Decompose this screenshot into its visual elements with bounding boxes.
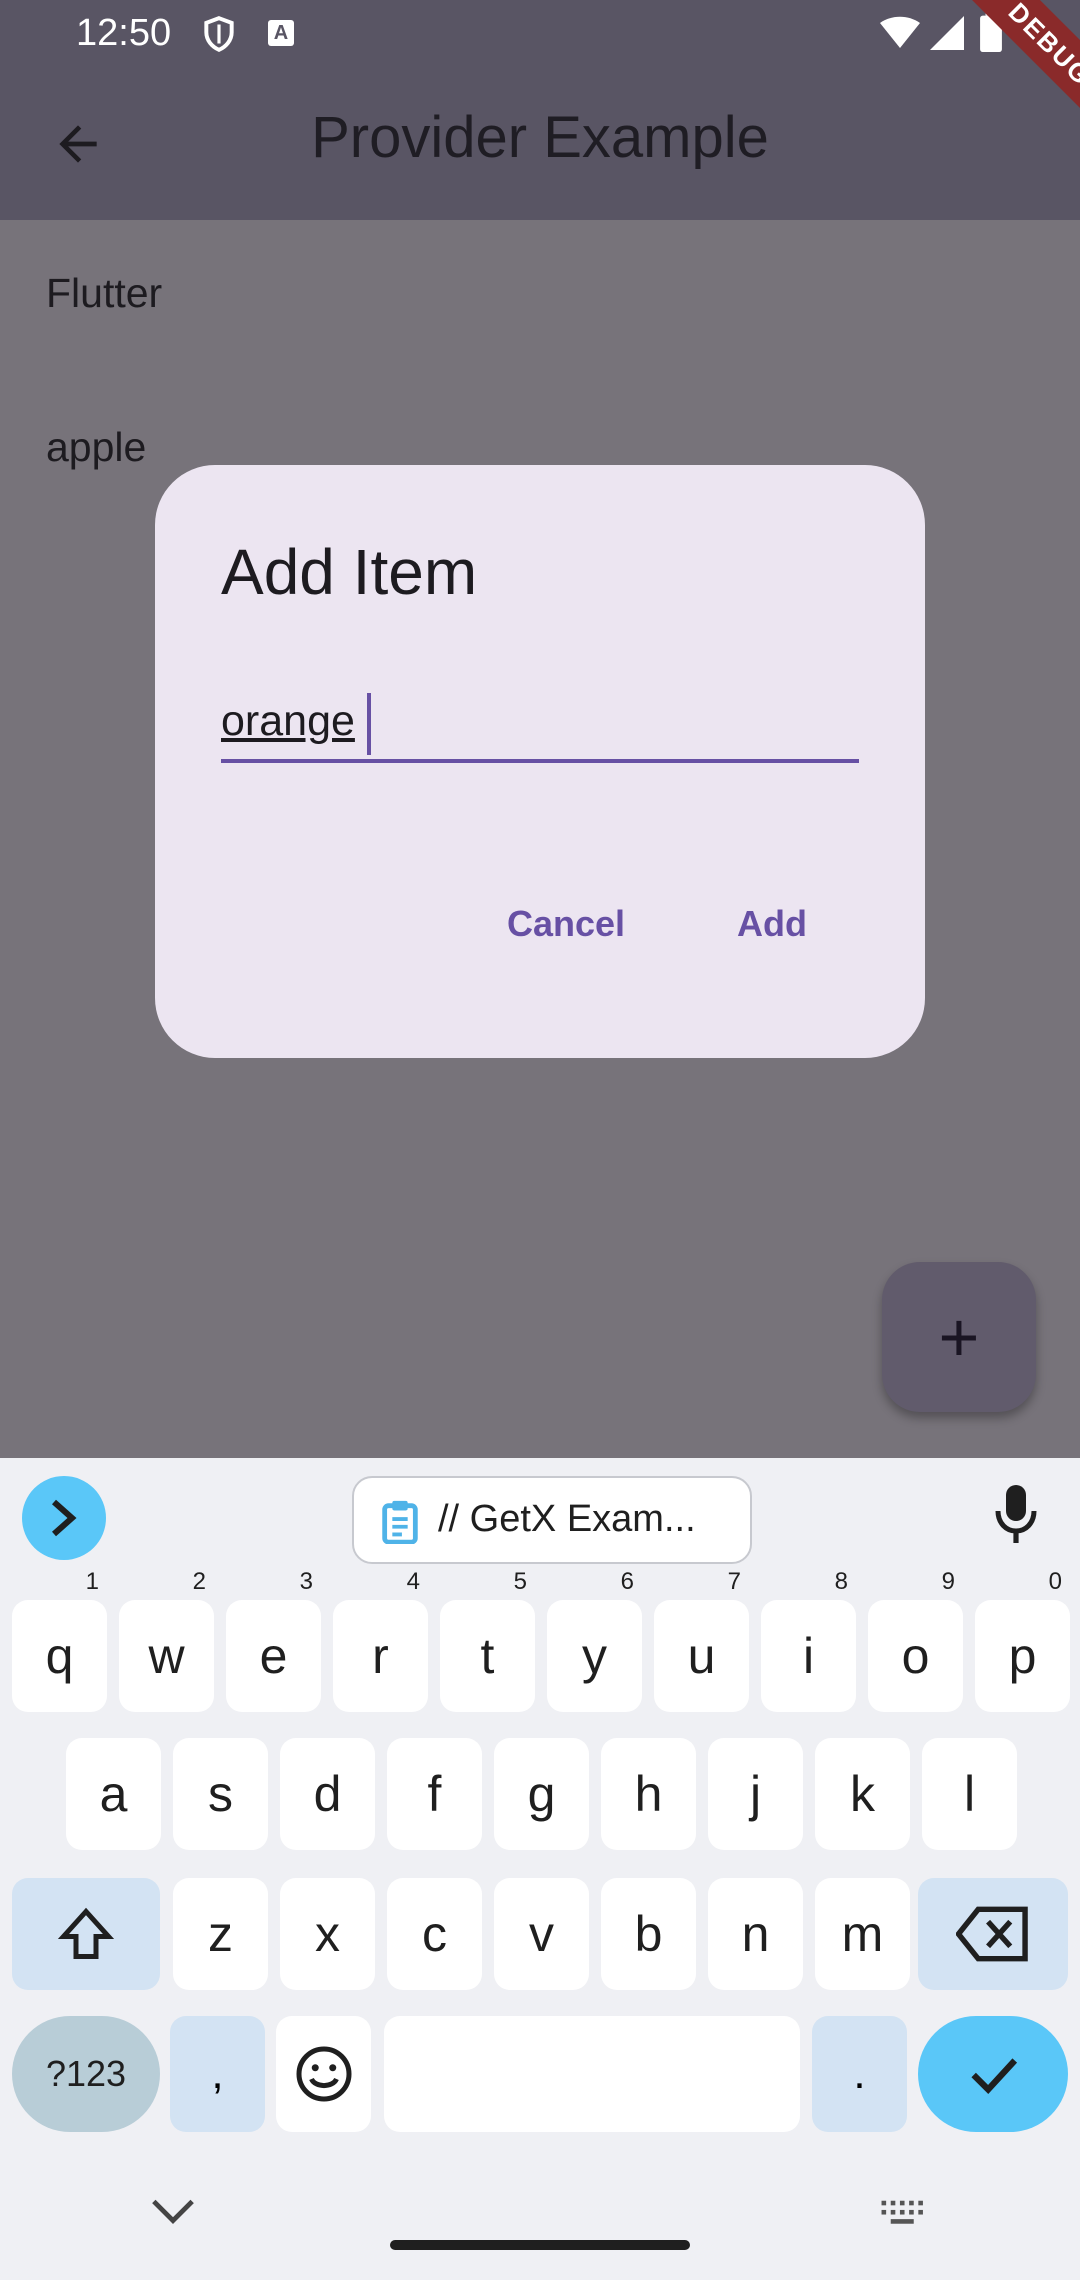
shield-icon <box>204 16 234 52</box>
key-d[interactable]: d <box>280 1738 375 1850</box>
soft-keyboard: // GetX Exam... q1 w2 e3 r4 t5 y6 u7 i8 … <box>0 1458 1080 2280</box>
key-x[interactable]: x <box>280 1878 375 1990</box>
key-m[interactable]: m <box>815 1878 910 1990</box>
chevron-right-icon <box>52 1499 77 1537</box>
status-bar: 12:50 A <box>0 0 1080 70</box>
plus-icon: + <box>938 1298 980 1376</box>
status-time: 12:50 <box>76 12 172 54</box>
key-p[interactable]: p0 <box>975 1568 1070 1712</box>
comma-key[interactable]: , <box>170 2016 265 2132</box>
numbers-symbols-key[interactable]: ?123 <box>12 2016 160 2132</box>
backspace-key[interactable] <box>918 1878 1068 1990</box>
signal-icon <box>930 16 964 50</box>
shift-arrow-icon <box>57 1907 115 1959</box>
keyboard-expand-button[interactable] <box>22 1476 106 1560</box>
key-f[interactable]: f <box>387 1738 482 1850</box>
page-title: Provider Example <box>311 105 769 170</box>
enter-key[interactable] <box>918 2016 1068 2132</box>
space-key[interactable] <box>384 2016 800 2132</box>
backspace-icon <box>956 1906 1028 1962</box>
key-v[interactable]: v <box>494 1878 589 1990</box>
shift-key[interactable] <box>12 1878 160 1990</box>
period-key[interactable]: . <box>812 2016 907 2132</box>
clipboard-suggestion-text: // GetX Exam... <box>438 1498 696 1540</box>
emoji-icon <box>296 2046 352 2102</box>
key-q[interactable]: q1 <box>12 1568 107 1712</box>
clipboard-suggestion-chip[interactable]: // GetX Exam... <box>352 1476 752 1564</box>
cancel-button[interactable]: Cancel <box>507 903 625 945</box>
key-e[interactable]: e3 <box>226 1568 321 1712</box>
key-z[interactable]: z <box>173 1878 268 1990</box>
wifi-icon <box>880 16 920 48</box>
microphone-icon[interactable] <box>992 1482 1040 1548</box>
add-item-dialog: Add Item orange Cancel Add <box>155 465 925 1058</box>
key-j[interactable]: j <box>708 1738 803 1850</box>
checkmark-icon <box>971 2058 1018 2095</box>
key-h[interactable]: h <box>601 1738 696 1850</box>
key-k[interactable]: k <box>815 1738 910 1850</box>
add-button[interactable]: Add <box>737 903 807 945</box>
item-name-input-value[interactable]: orange <box>221 697 355 746</box>
key-r[interactable]: r4 <box>333 1568 428 1712</box>
key-y[interactable]: y6 <box>547 1568 642 1712</box>
key-w[interactable]: w2 <box>119 1568 214 1712</box>
item-name-input[interactable]: orange <box>221 685 859 763</box>
key-g[interactable]: g <box>494 1738 589 1850</box>
text-badge-icon: A <box>268 20 294 46</box>
list-item[interactable]: apple <box>46 424 146 471</box>
key-s[interactable]: s <box>173 1738 268 1850</box>
key-u[interactable]: u7 <box>654 1568 749 1712</box>
list-item[interactable]: Flutter <box>46 270 162 317</box>
dialog-title: Add Item <box>221 536 478 608</box>
key-t[interactable]: t5 <box>440 1568 535 1712</box>
emoji-key[interactable] <box>276 2016 371 2132</box>
clipboard-icon <box>382 1500 418 1544</box>
key-o[interactable]: o9 <box>868 1568 963 1712</box>
key-n[interactable]: n <box>708 1878 803 1990</box>
keyboard-switch-icon[interactable] <box>880 2198 926 2228</box>
home-gesture-bar[interactable] <box>390 2240 690 2250</box>
key-b[interactable]: b <box>601 1878 696 1990</box>
key-a[interactable]: a <box>66 1738 161 1850</box>
text-cursor <box>367 693 371 755</box>
key-c[interactable]: c <box>387 1878 482 1990</box>
key-l[interactable]: l <box>922 1738 1017 1850</box>
chevron-down-icon[interactable] <box>150 2196 196 2226</box>
add-fab-button[interactable]: + <box>882 1262 1036 1412</box>
key-i[interactable]: i8 <box>761 1568 856 1712</box>
